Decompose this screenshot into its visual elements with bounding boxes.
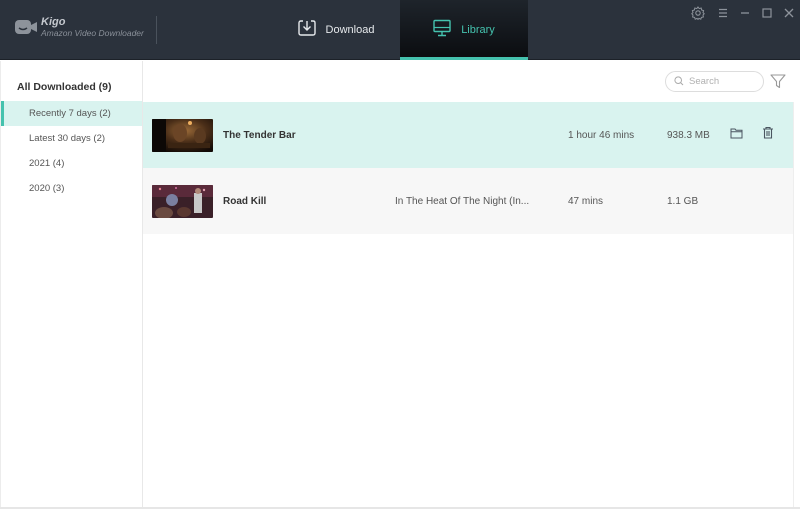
window-controls	[687, 4, 800, 26]
gear-icon	[691, 5, 705, 25]
search-input[interactable]	[689, 76, 759, 87]
maximize-icon	[761, 6, 773, 24]
app-logo: Kigo Amazon Video Downloader	[14, 17, 144, 38]
minimize-icon	[739, 6, 751, 24]
filter-icon	[769, 74, 787, 94]
download-icon	[297, 19, 316, 42]
video-thumbnail	[152, 185, 213, 218]
filter-button[interactable]	[769, 72, 787, 90]
menu-button[interactable]	[712, 4, 734, 26]
sidebar-item-2020[interactable]: 2020 (3)	[1, 176, 142, 201]
library-panel: The Tender Bar 1 hour 46 mins 938.3 MB	[143, 61, 800, 509]
sidebar-item-recent-7-days[interactable]: Recently 7 days (2)	[1, 101, 142, 126]
scrollbar-track[interactable]	[793, 102, 794, 509]
tab-download-label: Download	[325, 24, 375, 36]
video-title: The Tender Bar	[223, 129, 296, 141]
delete-button[interactable]	[760, 126, 776, 144]
close-icon	[783, 6, 795, 24]
video-row[interactable]: The Tender Bar 1 hour 46 mins 938.3 MB	[143, 102, 793, 168]
tab-library-label: Library	[461, 24, 495, 36]
sidebar-header-all-downloaded[interactable]: All Downloaded (9)	[17, 81, 112, 93]
menu-icon	[717, 6, 729, 24]
tab-download[interactable]: Download	[272, 0, 400, 60]
video-title: Road Kill	[223, 195, 267, 207]
sidebar-item-latest-30-days[interactable]: Latest 30 days (2)	[1, 126, 142, 151]
app-name: Kigo	[41, 16, 66, 28]
trash-icon	[762, 126, 774, 144]
sidebar: All Downloaded (9) Recently 7 days (2) L…	[0, 61, 143, 509]
close-button[interactable]	[778, 4, 800, 26]
video-duration: 47 mins	[568, 195, 604, 207]
maximize-button[interactable]	[756, 4, 778, 26]
sidebar-item-2021[interactable]: 2021 (4)	[1, 151, 142, 176]
search-icon	[674, 73, 684, 91]
monitor-icon	[433, 19, 451, 42]
settings-button[interactable]	[687, 4, 709, 26]
video-duration: 1 hour 46 mins	[568, 129, 635, 141]
minimize-button[interactable]	[734, 4, 756, 26]
title-divider	[156, 16, 157, 44]
video-size: 938.3 MB	[667, 129, 710, 141]
app-subtitle: Amazon Video Downloader	[41, 28, 144, 38]
open-folder-button[interactable]	[728, 127, 744, 143]
title-bar: Kigo Amazon Video Downloader Download Li…	[0, 0, 800, 60]
search-box[interactable]	[665, 71, 764, 92]
video-thumbnail	[152, 119, 213, 152]
video-series: In The Heat Of The Night (In...	[395, 195, 530, 207]
video-size: 1.1 GB	[667, 195, 699, 207]
folder-icon	[730, 126, 743, 144]
camera-icon	[14, 18, 38, 36]
tab-library[interactable]: Library	[400, 0, 528, 60]
video-row[interactable]: Road Kill In The Heat Of The Night (In..…	[143, 168, 793, 234]
